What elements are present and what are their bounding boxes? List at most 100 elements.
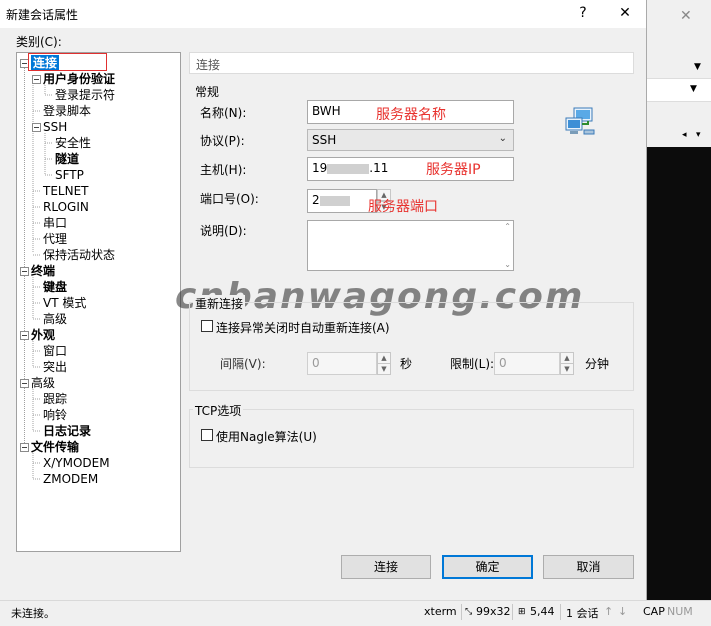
bg-dropdown-arrow-icon: ▼ (690, 84, 697, 94)
tree-item-serial[interactable]: 串口 (43, 215, 67, 231)
panel-header (189, 52, 634, 74)
tree-item-trace[interactable]: 跟踪 (43, 391, 67, 407)
tree-item-keep-alive[interactable]: 保持活动状态 (43, 247, 115, 263)
tree-item-xymodem[interactable]: X/YMODEM (43, 455, 110, 471)
tree-item-keyboard[interactable]: 键盘 (43, 279, 67, 295)
cursor-icon: ⊞ (518, 607, 526, 617)
scroll-up-icon[interactable]: ⌃ (504, 222, 511, 231)
tree-item-zmodem[interactable]: ZMODEM (43, 471, 98, 487)
port-redacted (319, 195, 350, 206)
tree-item-telnet[interactable]: TELNET (43, 183, 89, 199)
tree-item-file-transfer[interactable]: 文件传输 (31, 439, 79, 455)
tree-item-highlight[interactable]: 突出 (43, 359, 67, 375)
session-properties-dialog: 新建会话属性 ? ✕ 类别(C): 连接 用户身份验证 登录提示符 登录脚本 S… (0, 0, 647, 600)
tree-item-bell[interactable]: 响铃 (43, 407, 67, 423)
tree-expand-icon[interactable] (20, 443, 29, 452)
tree-item-logging[interactable]: 日志记录 (43, 423, 91, 439)
tree-item-vt-modes[interactable]: VT 模式 (43, 295, 86, 311)
tree-expand-icon[interactable] (20, 331, 29, 340)
category-tree[interactable]: 连接 用户身份验证 登录提示符 登录脚本 SSH 安全性 隧道 SFTP TEL… (16, 52, 181, 552)
nagle-label: 使用Nagle算法(U) (216, 430, 317, 444)
limit-unit: 分钟 (585, 357, 610, 371)
category-label: 类别(C): (16, 35, 62, 49)
interval-unit: 秒 (400, 357, 413, 371)
interval-spin-down[interactable]: ▼ (377, 363, 391, 375)
status-num: NUM (667, 605, 693, 618)
tcp-options-title: TCP选项 (193, 402, 244, 419)
port-note: 服务器端口 (368, 199, 438, 215)
close-button[interactable]: ✕ (610, 3, 640, 23)
tree-item-login-scripts[interactable]: 登录脚本 (43, 103, 91, 119)
ok-button[interactable]: 确定 (442, 555, 533, 579)
status-separator (461, 604, 462, 620)
limit-spin-down[interactable]: ▼ (560, 363, 574, 375)
tree-item-ssh[interactable]: SSH (43, 119, 67, 135)
size-icon: ⤡ (465, 607, 473, 617)
tree-expand-icon[interactable] (32, 123, 41, 132)
limit-value: 0 (499, 356, 507, 370)
host-input[interactable]: 19.11 (307, 157, 514, 181)
bg-scroll-down-icon: ▾ (696, 130, 701, 140)
port-label: 端口号(O): (200, 192, 259, 206)
connect-button[interactable]: 连接 (341, 555, 431, 579)
tree-item-appearance[interactable]: 外观 (31, 327, 55, 343)
name-label: 名称(N): (200, 106, 247, 120)
host-value-end: .11 (369, 161, 389, 175)
scroll-down-icon[interactable]: ⌄ (504, 260, 511, 269)
panel-header-title: 连接 (196, 58, 221, 72)
tree-expand-icon[interactable] (20, 379, 29, 388)
limit-input[interactable]: 0 (494, 352, 560, 375)
status-sessions: 1 会话 (566, 607, 599, 620)
tree-item-window[interactable]: 窗口 (43, 343, 67, 359)
bg-dropdown: ▼ (646, 78, 711, 102)
host-redacted (327, 163, 370, 174)
protocol-select[interactable]: SSH ⌄ (307, 129, 514, 151)
status-size: 99x32 (476, 605, 511, 618)
tree-item-tunneling[interactable]: 隧道 (55, 151, 79, 167)
tree-item-terminal[interactable]: 终端 (31, 263, 55, 279)
status-caps: CAP (643, 605, 665, 618)
tree-expand-icon[interactable] (32, 75, 41, 84)
name-value: BWH (312, 104, 341, 118)
port-value: 2 (312, 193, 320, 207)
host-value-start: 19 (312, 161, 328, 175)
status-terminal-type: xterm (424, 605, 457, 618)
tree-item-rlogin[interactable]: RLOGIN (43, 199, 89, 215)
general-group-title: 常规 (193, 83, 222, 100)
port-input[interactable]: 2 (307, 189, 377, 213)
reconnect-group (189, 302, 634, 391)
interval-input[interactable]: 0 (307, 352, 377, 375)
status-bar: 未连接。 xterm ⤡ 99x32 ⊞ 5,44 1 会话 ↑ ↓ CAP N… (0, 600, 711, 626)
protocol-label: 协议(P): (200, 134, 245, 148)
interval-value: 0 (312, 356, 320, 370)
auto-reconnect-label: 连接异常关闭时自动重新连接(A) (216, 321, 390, 335)
tree-item-proxy[interactable]: 代理 (43, 231, 67, 247)
tree-item-terminal-advanced[interactable]: 高级 (43, 311, 67, 327)
bg-scroll-left-icon: ◂ (682, 130, 687, 140)
protocol-value: SSH (312, 133, 337, 147)
terminal-area (646, 147, 711, 600)
next-session-icon[interactable]: ↓ (618, 605, 627, 618)
tree-expand-icon[interactable] (20, 267, 29, 276)
tree-item-sftp[interactable]: SFTP (55, 167, 84, 183)
bg-caret-icon: ▼ (694, 62, 701, 72)
title-bar: 新建会话属性 ? ✕ (0, 0, 646, 28)
chevron-down-icon: ⌄ (498, 133, 507, 144)
description-input[interactable]: ⌃ ⌄ (307, 220, 514, 271)
auto-reconnect-checkbox[interactable] (201, 320, 213, 332)
cancel-button[interactable]: 取消 (543, 555, 634, 579)
nagle-checkbox[interactable] (201, 429, 213, 441)
prev-session-icon[interactable]: ↑ (604, 605, 613, 618)
tree-item-security[interactable]: 安全性 (55, 135, 91, 151)
selection-annotation-box (28, 53, 107, 71)
help-button[interactable]: ? (568, 3, 598, 23)
description-label: 说明(D): (200, 224, 247, 238)
limit-label: 限制(L): (450, 357, 495, 371)
tree-item-authentication[interactable]: 用户身份验证 (43, 71, 115, 87)
interval-label: 间隔(V): (220, 357, 266, 371)
tree-item-advanced[interactable]: 高级 (31, 375, 55, 391)
status-cursor-pos: 5,44 (530, 605, 555, 618)
tree-connector-lines (24, 68, 53, 480)
tree-item-login-prompts[interactable]: 登录提示符 (55, 87, 115, 103)
status-separator (560, 604, 561, 620)
